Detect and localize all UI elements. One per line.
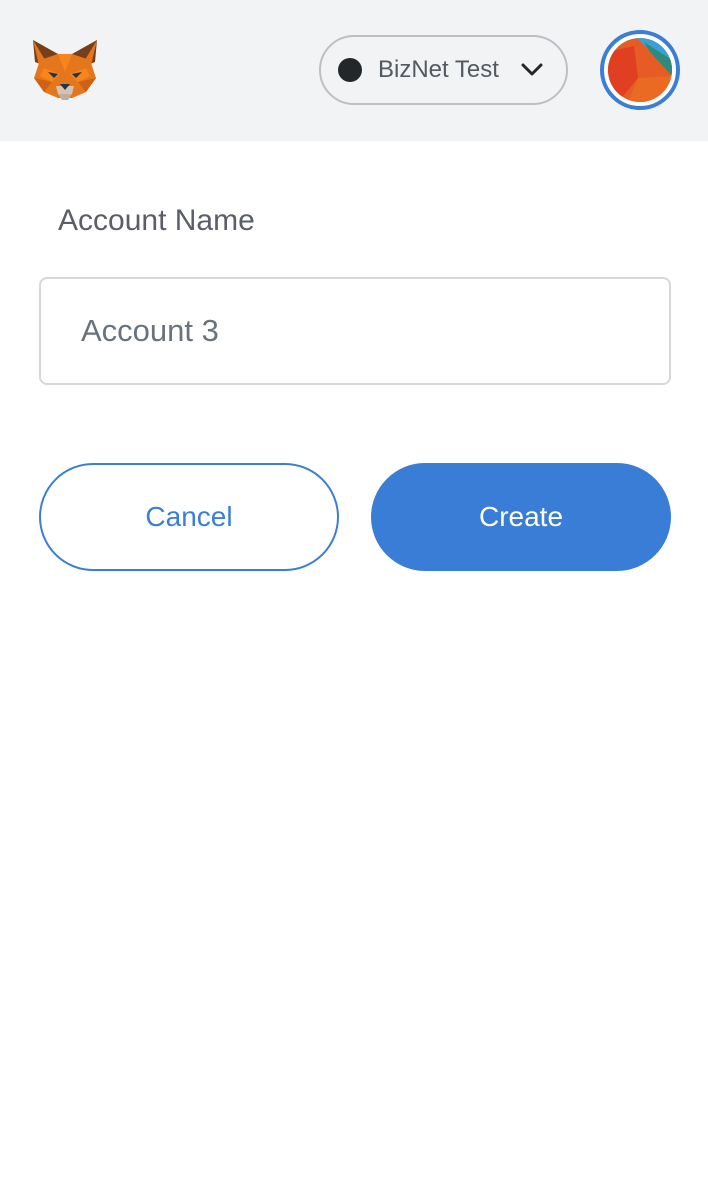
chevron-down-icon <box>521 63 543 76</box>
account-name-input[interactable] <box>39 277 671 385</box>
account-avatar[interactable] <box>600 30 680 110</box>
app-root: BizNet Test Account Name Cancel Create <box>0 0 708 1188</box>
metamask-fox-icon[interactable] <box>30 38 100 102</box>
account-name-label: Account Name <box>58 204 255 237</box>
network-name: BizNet Test <box>378 56 499 83</box>
network-selector[interactable]: BizNet Test <box>319 35 568 105</box>
app-header: BizNet Test <box>0 0 708 141</box>
cancel-button[interactable]: Cancel <box>39 463 339 571</box>
create-button[interactable]: Create <box>371 463 671 571</box>
account-identicon <box>608 38 672 102</box>
network-status-dot <box>338 58 362 82</box>
